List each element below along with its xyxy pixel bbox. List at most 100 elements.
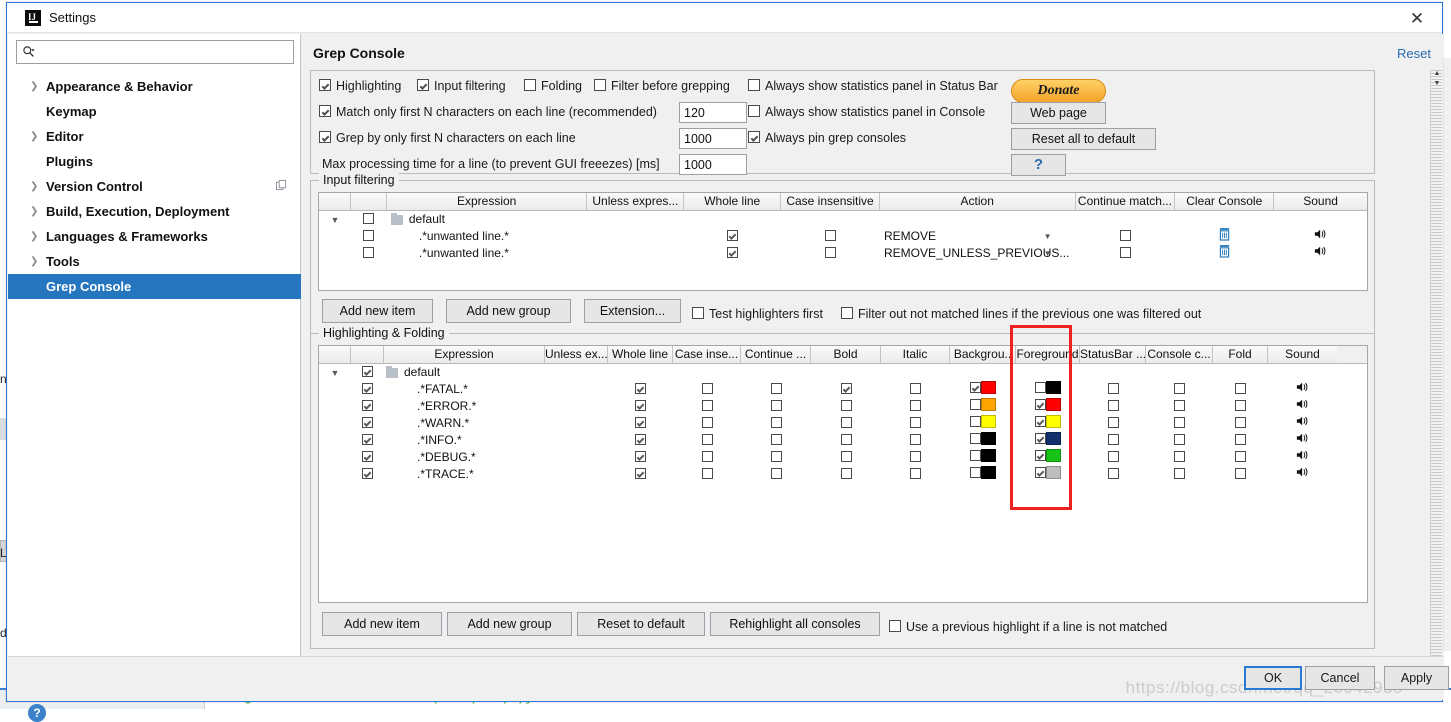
cell-foreground-swatch[interactable] <box>1046 381 1061 394</box>
cancel-button[interactable]: Cancel <box>1305 666 1375 690</box>
cell-italic-checkbox[interactable] <box>910 434 921 445</box>
col-continue-matching[interactable]: Continue match... <box>1075 193 1176 210</box>
table-row[interactable]: .*TRACE.* <box>319 466 1367 483</box>
cell-whole-line-checkbox[interactable] <box>635 383 646 394</box>
checkbox-pin-consoles[interactable]: Always pin grep consoles <box>748 130 906 145</box>
col-sound[interactable]: Sound <box>1274 193 1367 210</box>
cell-foreground-swatch[interactable] <box>1046 415 1061 428</box>
cell-italic-checkbox[interactable] <box>910 417 921 428</box>
cell-foreground[interactable] <box>1035 432 1061 445</box>
cell-background[interactable] <box>970 449 996 462</box>
cell-case-insensitive-checkbox[interactable] <box>701 451 713 462</box>
cell-fold-checkbox[interactable] <box>1235 417 1246 428</box>
cell-unless-expression[interactable] <box>545 381 608 398</box>
row-checkbox[interactable] <box>362 366 373 377</box>
col-clear-console[interactable]: Clear Console <box>1175 193 1275 210</box>
ok-button[interactable]: OK <box>1244 666 1302 690</box>
rehighlight-all-consoles-button[interactable]: Rehighlight all consoles <box>710 612 880 636</box>
col-select[interactable] <box>319 193 351 210</box>
cell-continue-matching-checkbox[interactable] <box>770 468 782 479</box>
speaker-icon[interactable] <box>1296 432 1310 444</box>
table-row[interactable]: .*FATAL.* <box>319 381 1367 398</box>
table-row[interactable]: .*unwanted line.* REMOVE_UNLESS_PREVIOUS… <box>319 245 1367 262</box>
cell-background-checkbox[interactable] <box>970 399 981 410</box>
chevron-down-icon[interactable]: ▼ <box>1044 245 1052 262</box>
col-continue-matching[interactable]: Continue ... <box>741 346 811 363</box>
cell-bold-checkbox[interactable] <box>840 468 852 479</box>
cell-continue-matching-checkbox[interactable] <box>770 400 782 411</box>
col-italic[interactable]: Italic <box>881 346 950 363</box>
cell-foreground-checkbox[interactable] <box>1035 399 1046 410</box>
cell-expression[interactable]: .*WARN.* <box>384 415 545 432</box>
col-sound[interactable]: Sound <box>1268 346 1337 363</box>
checkbox-folding[interactable]: Folding <box>524 78 582 93</box>
help-question-button[interactable]: ? <box>1011 154 1066 176</box>
cell-unless-expression[interactable] <box>545 466 608 483</box>
cell-status-bar-checkbox[interactable] <box>1107 383 1119 394</box>
sidebar-item-version-control[interactable]: ❯ Version Control <box>8 174 301 199</box>
content-vertical-scrollbar[interactable]: ▲ ▼ <box>1430 70 1442 685</box>
row-checkbox[interactable] <box>362 468 373 479</box>
trash-icon[interactable] <box>1219 245 1230 258</box>
cell-background-checkbox[interactable] <box>970 450 981 461</box>
add-new-item-button-highlighting[interactable]: Add new item <box>322 612 442 636</box>
cell-background[interactable] <box>970 466 996 479</box>
cell-case-insensitive-checkbox[interactable] <box>825 247 837 258</box>
cell-continue-matching-checkbox[interactable] <box>770 451 782 462</box>
cell-background-swatch[interactable] <box>981 432 996 445</box>
table-row[interactable]: .*ERROR.* <box>319 398 1367 415</box>
cell-whole-line-checkbox[interactable] <box>635 451 646 462</box>
cell-bold-checkbox[interactable] <box>840 434 852 445</box>
cell-whole-line-checkbox[interactable] <box>635 400 646 411</box>
sidebar-item-keymap[interactable]: Keymap <box>8 99 301 124</box>
cell-fold-checkbox[interactable] <box>1235 383 1246 394</box>
cell-background-checkbox[interactable] <box>970 433 981 444</box>
close-icon[interactable]: ✕ <box>1402 7 1432 31</box>
checkbox-use-previous-highlight[interactable]: Use a previous highlight if a line is no… <box>889 619 1167 634</box>
search-field[interactable] <box>16 40 294 64</box>
col-whole-line[interactable]: Whole line <box>608 346 673 363</box>
speaker-icon[interactable] <box>1296 398 1310 410</box>
speaker-icon[interactable] <box>1314 228 1328 240</box>
cell-expression[interactable]: .*unwanted line.* <box>387 228 588 245</box>
col-whole-line[interactable]: Whole line <box>684 193 782 210</box>
cell-expression[interactable]: .*TRACE.* <box>384 466 545 483</box>
checkbox-test-highlighters-first[interactable]: Test highlighters first <box>692 306 823 321</box>
reset-link[interactable]: Reset <box>1397 46 1431 61</box>
cell-expression[interactable]: .*INFO.* <box>384 432 545 449</box>
cell-unless-expression[interactable] <box>545 449 608 466</box>
trash-icon[interactable] <box>1219 228 1230 241</box>
cell-console-color-checkbox[interactable] <box>1174 383 1185 394</box>
sidebar-item-tools[interactable]: ❯ Tools <box>8 249 301 274</box>
cell-italic-checkbox[interactable] <box>910 383 921 394</box>
cell-continue-matching-checkbox[interactable] <box>770 417 782 428</box>
add-new-item-button-filtering[interactable]: Add new item <box>322 299 433 323</box>
checkbox-grep-first-n[interactable]: Grep by only first N characters on each … <box>319 130 576 145</box>
col-console-c[interactable]: Console c... <box>1146 346 1213 363</box>
add-new-group-button-highlighting[interactable]: Add new group <box>447 612 572 636</box>
cell-expression[interactable]: .*ERROR.* <box>384 398 545 415</box>
cell-continue-matching-checkbox[interactable] <box>1119 247 1131 258</box>
col-action[interactable]: Action <box>879 193 1076 210</box>
reset-to-default-button[interactable]: Reset to default <box>577 612 705 636</box>
grep-first-n-input[interactable] <box>679 128 747 149</box>
table-row[interactable]: .*unwanted line.* REMOVE ▼ <box>319 228 1367 245</box>
cell-foreground[interactable] <box>1035 466 1061 479</box>
cell-case-insensitive-checkbox[interactable] <box>701 383 713 394</box>
table-row-group[interactable]: ▼ default <box>319 364 1367 381</box>
cell-foreground[interactable] <box>1035 415 1061 428</box>
col-background[interactable]: Backgrou.. <box>950 346 1016 363</box>
cell-foreground-checkbox[interactable] <box>1035 382 1046 393</box>
checkbox-match-first-n[interactable]: Match only first N characters on each li… <box>319 104 657 119</box>
checkbox-stats-status-bar[interactable]: Always show statistics panel in Status B… <box>748 78 998 93</box>
cell-background-swatch[interactable] <box>981 415 996 428</box>
cell-background-checkbox[interactable] <box>970 416 981 427</box>
cell-italic-checkbox[interactable] <box>910 468 921 479</box>
sidebar-item-appearance-behavior[interactable]: ❯ Appearance & Behavior <box>8 74 301 99</box>
cell-unless-expression[interactable] <box>545 398 608 415</box>
cell-case-insensitive-checkbox[interactable] <box>701 417 713 428</box>
cell-whole-line-checkbox[interactable] <box>635 468 646 479</box>
cell-case-insensitive-checkbox[interactable] <box>701 468 713 479</box>
cell-background[interactable] <box>970 381 996 394</box>
scroll-up-icon[interactable]: ▲ <box>1432 70 1442 79</box>
